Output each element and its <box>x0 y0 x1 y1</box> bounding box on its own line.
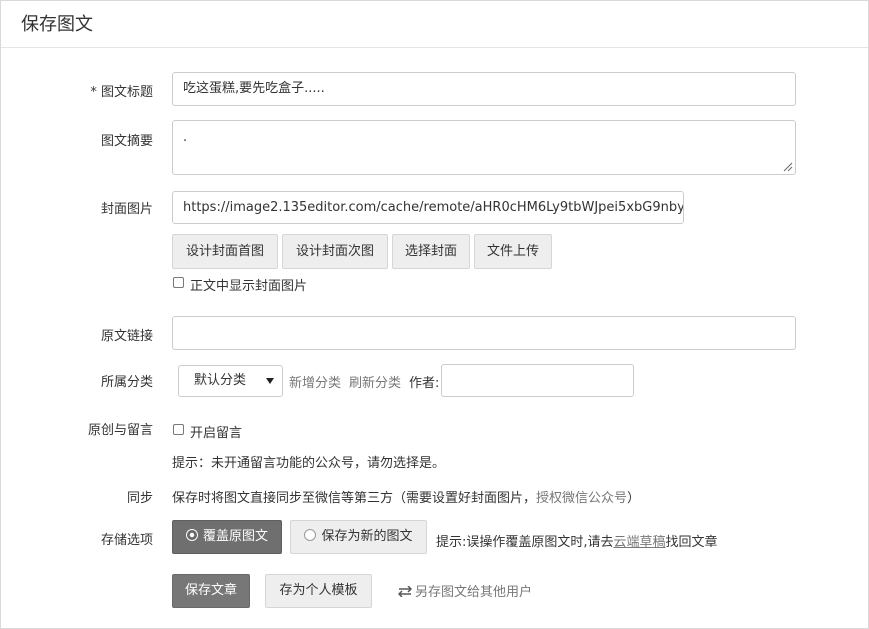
design-second-cover-button[interactable]: 设计封面次图 <box>282 234 388 269</box>
cover-url-input[interactable]: https://image2.135editor.com/cache/remot… <box>172 191 684 224</box>
save-as-new-label: 保存为新的图文 <box>321 529 413 544</box>
original-comment-label: 原创与留言 <box>87 423 153 438</box>
source-link-label: 原文链接 <box>100 329 153 344</box>
overwrite-original-label: 覆盖原图文 <box>202 529 268 544</box>
cover-label: 封面图片 <box>100 202 153 217</box>
save-article-button[interactable]: 保存文章 <box>172 574 250 608</box>
file-upload-button[interactable]: 文件上传 <box>474 234 552 269</box>
show-cover-checkbox[interactable] <box>173 277 184 288</box>
category-select[interactable]: 默认分类 <box>178 365 283 397</box>
new-category-link[interactable]: 新增分类 <box>289 372 341 391</box>
summary-label: 图文摘要 <box>100 134 153 149</box>
select-cover-button[interactable]: 选择封面 <box>392 234 470 269</box>
storage-hint: 提示:误操作覆盖原图文时,请去云端草稿找回文章 <box>436 531 718 550</box>
category-label: 所属分类 <box>100 375 153 390</box>
title-input[interactable]: 吃这蛋糕,要先吃盒子..... <box>172 72 796 106</box>
title-divider <box>1 47 868 48</box>
enable-comment-checkbox[interactable] <box>173 424 184 435</box>
storage-hint-before: 提示:误操作覆盖原图文时,请去 <box>436 535 614 550</box>
save-article-panel: 保存图文 * 图文标题 吃这蛋糕,要先吃盒子..... 图文摘要 . 封面图片 … <box>0 0 869 629</box>
source-link-input[interactable] <box>172 316 796 350</box>
enable-comment-label: 开启留言 <box>190 426 243 441</box>
resize-handle-icon[interactable] <box>783 162 793 172</box>
save-to-other-user-label: 另存图文给其他用户 <box>415 585 533 600</box>
category-selected-value: 默认分类 <box>194 373 247 388</box>
refresh-category-link[interactable]: 刷新分类 <box>349 372 401 391</box>
save-as-template-button[interactable]: 存为个人模板 <box>265 574 372 608</box>
storage-options-label: 存储选项 <box>100 533 153 548</box>
comment-hint: 提示：未开通留言功能的公众号，请勿选择是。 <box>172 456 446 471</box>
design-first-cover-button[interactable]: 设计封面首图 <box>172 234 278 269</box>
radio-selected-icon <box>185 529 198 541</box>
sync-text-before: 保存时将图文直接同步至微信等第三方（需要设置好封面图片， <box>172 491 537 506</box>
summary-textarea[interactable]: . <box>172 120 796 175</box>
save-as-new-option[interactable]: 保存为新的图文 <box>290 520 427 554</box>
swap-arrows-icon <box>397 585 413 598</box>
storage-hint-after: 找回文章 <box>665 535 718 550</box>
caret-down-icon <box>266 378 274 384</box>
authorize-wechat-link[interactable]: 授权微信公众号 <box>536 491 627 506</box>
summary-text: . <box>183 130 188 145</box>
radio-unselected-icon <box>304 529 317 541</box>
show-cover-label: 正文中显示封面图片 <box>190 279 308 294</box>
cloud-drafts-link[interactable]: 云端草稿 <box>614 535 666 550</box>
page-title: 保存图文 <box>21 14 93 35</box>
sync-description: 保存时将图文直接同步至微信等第三方（需要设置好封面图片，授权微信公众号） <box>172 487 640 506</box>
title-label: * 图文标题 <box>90 85 153 100</box>
author-input[interactable] <box>441 364 634 397</box>
author-label: 作者: <box>409 376 440 391</box>
overwrite-original-option[interactable]: 覆盖原图文 <box>172 520 282 554</box>
save-to-other-user-link[interactable]: 另存图文给其他用户 <box>397 581 533 600</box>
sync-text-after: ） <box>627 491 641 506</box>
sync-label: 同步 <box>126 491 153 506</box>
